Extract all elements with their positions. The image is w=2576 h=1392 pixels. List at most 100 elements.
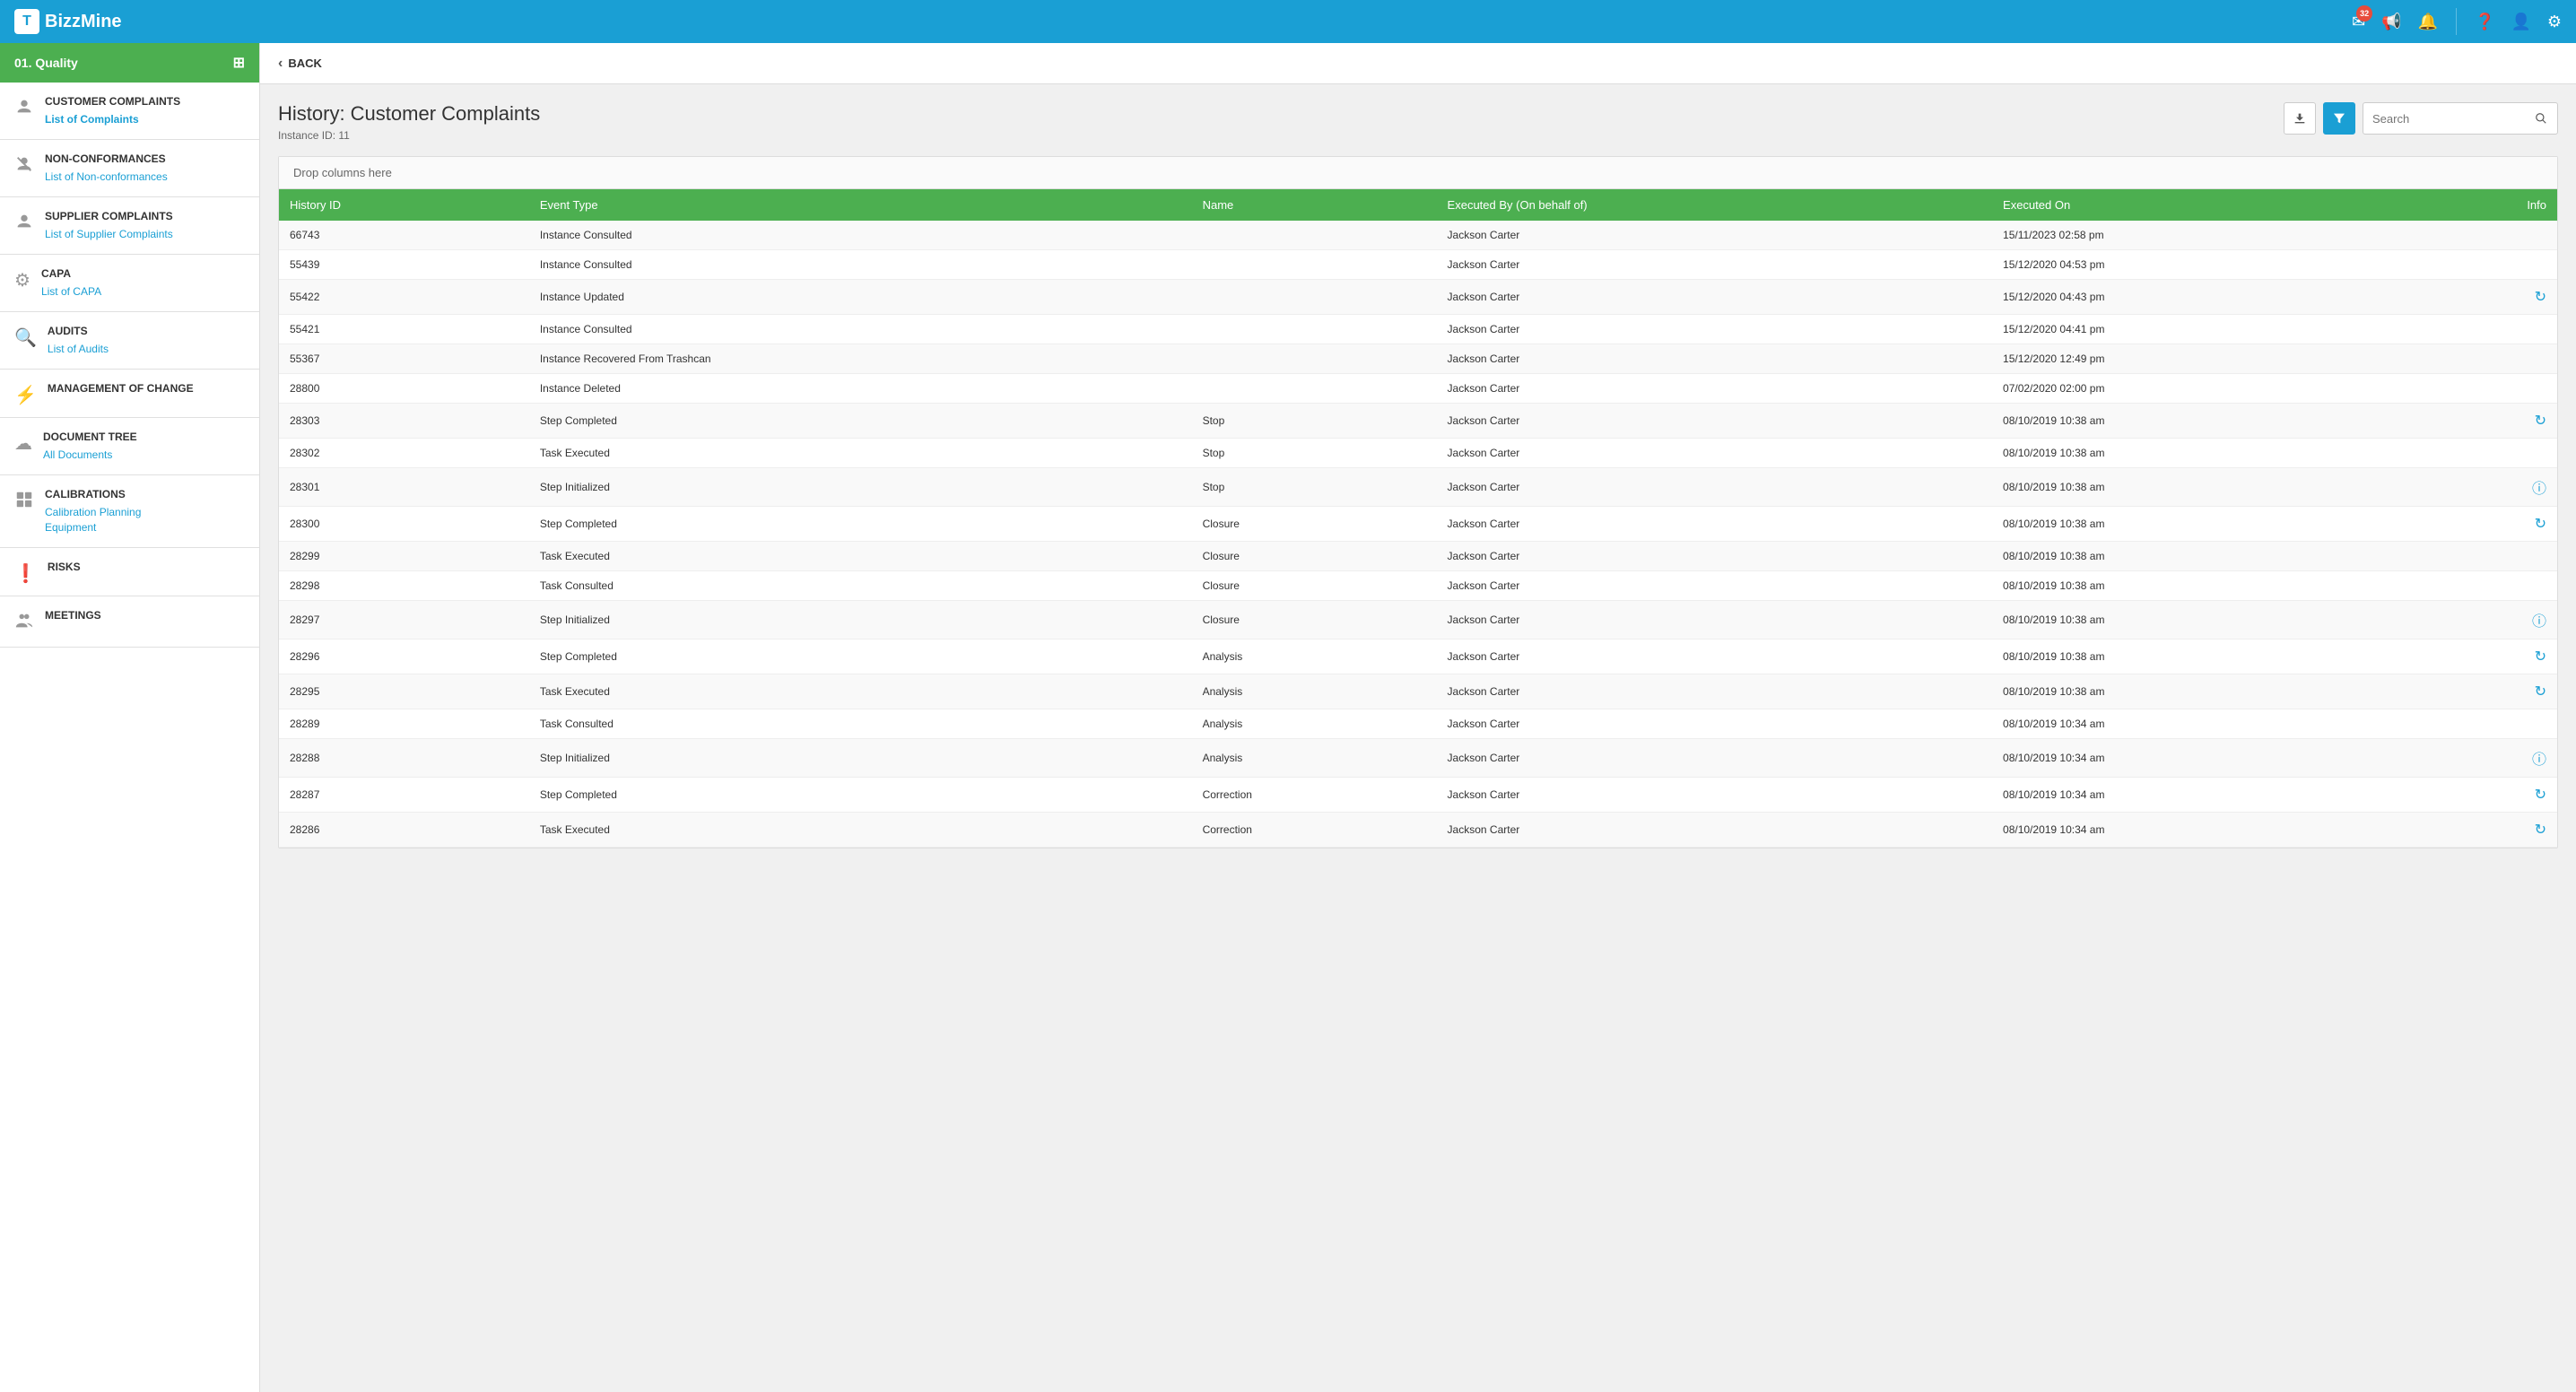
- download-button[interactable]: [2284, 102, 2316, 135]
- cell-history-id: 28300: [279, 507, 529, 542]
- mail-icon[interactable]: ✉ 32: [2352, 13, 2365, 31]
- cell-name: Analysis: [1192, 709, 1437, 739]
- cell-event-type: Task Executed: [529, 439, 1192, 468]
- non-conformances-icon: [14, 154, 34, 179]
- meetings-icon: [14, 611, 34, 636]
- refresh-icon[interactable]: ↻: [2535, 787, 2546, 803]
- cell-name: Stop: [1192, 439, 1437, 468]
- cell-executed-on: 08/10/2019 10:38 am: [1992, 601, 2416, 639]
- cell-history-id: 28298: [279, 571, 529, 601]
- cell-info: [2416, 439, 2557, 468]
- info-icon[interactable]: ⓘ: [2532, 753, 2546, 768]
- cell-executed-by: Jackson Carter: [1437, 280, 1992, 315]
- cell-history-id: 28286: [279, 813, 529, 848]
- cell-history-id: 28299: [279, 542, 529, 571]
- refresh-icon[interactable]: ↻: [2535, 684, 2546, 700]
- all-documents-link[interactable]: All Documents: [43, 448, 245, 461]
- cell-info: ↻: [2416, 813, 2557, 848]
- history-toolbar: [2284, 102, 2558, 135]
- sidebar-section-meetings: MEETINGS: [0, 596, 259, 648]
- cell-history-id: 66743: [279, 221, 529, 250]
- search-input[interactable]: [2363, 112, 2525, 126]
- non-conformances-title: NON-CONFORMANCES: [45, 152, 245, 165]
- sidebar-row: NON-CONFORMANCES List of Non-conformance…: [14, 152, 245, 186]
- back-arrow-icon: ‹: [278, 56, 283, 72]
- logo-text: BizzMine: [45, 12, 122, 32]
- table-row: 55421 Instance Consulted Jackson Carter …: [279, 315, 2557, 344]
- refresh-icon[interactable]: ↻: [2535, 517, 2546, 532]
- col-event-type: Event Type: [529, 189, 1192, 221]
- cell-name: [1192, 374, 1437, 404]
- sidebar-section-management-of-change: ⚡ MANAGEMENT OF CHANGE: [0, 370, 259, 418]
- table-row: 28299 Task Executed Closure Jackson Cart…: [279, 542, 2557, 571]
- topnav-right: ✉ 32 📢 🔔 ❓ 👤 ⚙: [2352, 8, 2562, 35]
- table-row: 28301 Step Initialized Stop Jackson Cart…: [279, 468, 2557, 507]
- sidebar-row: ⚙ CAPA List of CAPA: [14, 267, 245, 300]
- cell-executed-by: Jackson Carter: [1437, 542, 1992, 571]
- search-button[interactable]: [2525, 103, 2557, 134]
- cell-executed-on: 08/10/2019 10:38 am: [1992, 571, 2416, 601]
- refresh-icon[interactable]: ↻: [2535, 649, 2546, 665]
- cell-info: [2416, 542, 2557, 571]
- list-of-capa-link[interactable]: List of CAPA: [41, 285, 245, 298]
- help-icon[interactable]: ❓: [2475, 13, 2494, 31]
- info-icon[interactable]: ⓘ: [2532, 614, 2546, 630]
- cell-info: ⓘ: [2416, 468, 2557, 507]
- supplier-complaints-icon: [14, 212, 34, 237]
- cell-event-type: Step Initialized: [529, 601, 1192, 639]
- sidebar-section-non-conformances: NON-CONFORMANCES List of Non-conformance…: [0, 140, 259, 197]
- sidebar-row: ☁ DOCUMENT TREE All Documents: [14, 431, 245, 464]
- audits-title: AUDITS: [48, 325, 245, 337]
- filter-button[interactable]: [2323, 102, 2355, 135]
- cell-info: ↻: [2416, 639, 2557, 674]
- settings-icon[interactable]: ⚙: [2547, 13, 2562, 31]
- drop-columns-bar: Drop columns here: [279, 157, 2557, 189]
- table-row: 28289 Task Consulted Analysis Jackson Ca…: [279, 709, 2557, 739]
- bell-icon[interactable]: 🔔: [2418, 13, 2438, 31]
- info-icon[interactable]: ⓘ: [2532, 482, 2546, 497]
- management-of-change-icon: ⚡: [14, 384, 37, 406]
- cell-event-type: Instance Consulted: [529, 315, 1192, 344]
- refresh-icon[interactable]: ↻: [2535, 290, 2546, 305]
- cell-name: Correction: [1192, 813, 1437, 848]
- history-title-block: History: Customer Complaints Instance ID…: [278, 102, 540, 142]
- capa-icon: ⚙: [14, 269, 30, 291]
- list-of-audits-link[interactable]: List of Audits: [48, 343, 245, 355]
- cell-event-type: Instance Consulted: [529, 250, 1192, 280]
- table-row: 55439 Instance Consulted Jackson Carter …: [279, 250, 2557, 280]
- list-of-supplier-complaints-link[interactable]: List of Supplier Complaints: [45, 228, 245, 240]
- module-button-label: 01. Quality: [14, 56, 78, 70]
- audits-icon: 🔍: [14, 326, 37, 349]
- cell-info: [2416, 315, 2557, 344]
- cell-history-id: 28303: [279, 404, 529, 439]
- cell-event-type: Step Completed: [529, 507, 1192, 542]
- cell-history-id: 28287: [279, 778, 529, 813]
- user-icon[interactable]: 👤: [2511, 13, 2530, 31]
- module-button[interactable]: 01. Quality ⊞: [0, 43, 259, 83]
- cell-history-id: 28297: [279, 601, 529, 639]
- list-of-complaints-link[interactable]: List of Complaints: [45, 113, 245, 126]
- back-button[interactable]: ‹ BACK: [278, 56, 322, 72]
- table-row: 28298 Task Consulted Closure Jackson Car…: [279, 571, 2557, 601]
- cell-name: Closure: [1192, 507, 1437, 542]
- cell-executed-on: 08/10/2019 10:34 am: [1992, 709, 2416, 739]
- cell-executed-by: Jackson Carter: [1437, 468, 1992, 507]
- cell-name: Closure: [1192, 601, 1437, 639]
- cell-executed-on: 08/10/2019 10:38 am: [1992, 639, 2416, 674]
- cell-name: Closure: [1192, 542, 1437, 571]
- calibration-planning-link[interactable]: Calibration Planning: [45, 506, 245, 518]
- history-table-container: Drop columns here History ID Event Type …: [278, 156, 2558, 848]
- table-row: 28297 Step Initialized Closure Jackson C…: [279, 601, 2557, 639]
- cell-executed-by: Jackson Carter: [1437, 639, 1992, 674]
- refresh-icon[interactable]: ↻: [2535, 413, 2546, 429]
- cell-executed-by: Jackson Carter: [1437, 250, 1992, 280]
- megaphone-icon[interactable]: 📢: [2381, 13, 2401, 31]
- list-of-non-conformances-link[interactable]: List of Non-conformances: [45, 170, 245, 183]
- equipment-link[interactable]: Equipment: [45, 521, 245, 534]
- table-row: 28800 Instance Deleted Jackson Carter 07…: [279, 374, 2557, 404]
- cell-event-type: Step Completed: [529, 404, 1192, 439]
- refresh-icon[interactable]: ↻: [2535, 822, 2546, 838]
- cell-executed-on: 08/10/2019 10:34 am: [1992, 739, 2416, 778]
- table-row: 28286 Task Executed Correction Jackson C…: [279, 813, 2557, 848]
- cell-executed-on: 15/12/2020 04:43 pm: [1992, 280, 2416, 315]
